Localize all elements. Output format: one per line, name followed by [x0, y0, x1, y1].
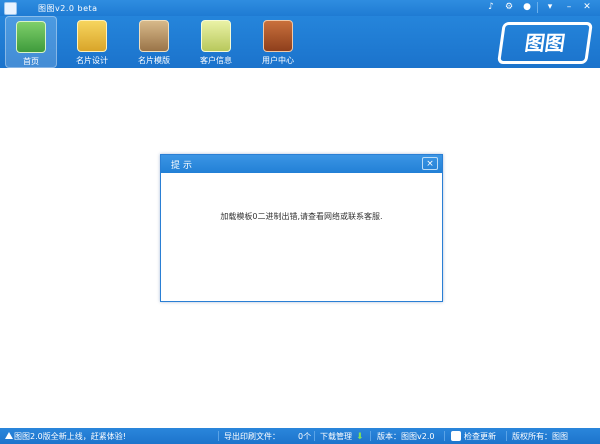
title-separator [537, 2, 538, 13]
dialog-header: 提示 × [161, 155, 442, 173]
title-bar: 图图v2.0 beta ♪ ⚙ ● ▾ – ✕ [0, 0, 600, 16]
close-icon[interactable]: ✕ [580, 2, 594, 13]
main-toolbar: 首页 名片设计 名片模版 客户信息 用户中心 图图 [0, 16, 600, 68]
minimize-icon[interactable]: – [562, 2, 576, 13]
nav-user-center-label: 用户中心 [262, 56, 294, 65]
export-label: 导出印刷文件： [224, 432, 280, 441]
app-window: 图图v2.0 beta ♪ ⚙ ● ▾ – ✕ 首页 名片设计 名片模版 客户信… [0, 0, 600, 444]
user-book-icon [263, 20, 293, 52]
status-separator [444, 431, 445, 441]
alert-dialog: 提示 × 加载模板0二进制出错,请查看网络或联系客服. [160, 154, 443, 302]
clipboard-icon [201, 20, 231, 52]
brand-logo: 图图 [497, 22, 593, 64]
nav-card-design[interactable]: 名片设计 [66, 16, 118, 68]
nav-card-template[interactable]: 名片模版 [128, 16, 180, 68]
status-separator [218, 431, 219, 441]
nav-user-center[interactable]: 用户中心 [252, 16, 304, 68]
export-count[interactable]: 0个 [298, 431, 311, 442]
nav-home[interactable]: 首页 [5, 16, 57, 68]
announcement-icon [5, 432, 13, 439]
status-bar: 图图2.0版全新上线，赶紧体验! 导出印刷文件： 0个 下载管理 ⬇ 版本：图图… [0, 428, 600, 444]
dialog-close-button[interactable]: × [422, 157, 438, 170]
nav-card-design-label: 名片设计 [76, 56, 108, 65]
app-title: 图图v2.0 beta [38, 4, 98, 13]
version-label: 版本：图图v2.0 [377, 432, 435, 441]
gear-icon[interactable]: ⚙ [502, 2, 516, 13]
chat-icon[interactable]: ● [520, 2, 534, 13]
menu-icon[interactable]: ▾ [543, 2, 557, 13]
check-update-icon [451, 431, 461, 441]
announcement-text[interactable]: 图图2.0版全新上线，赶紧体验! [14, 431, 126, 442]
dialog-title: 提示 [171, 161, 196, 171]
status-separator [370, 431, 371, 441]
status-separator [314, 431, 315, 441]
storefront-icon [16, 21, 46, 53]
nav-home-label: 首页 [23, 57, 39, 66]
status-separator [506, 431, 507, 441]
download-manager-link[interactable]: 下载管理 [320, 431, 352, 442]
nav-customer-info[interactable]: 客户信息 [190, 16, 242, 68]
bell-icon[interactable]: ♪ [484, 2, 498, 13]
nav-customer-info-label: 客户信息 [200, 56, 232, 65]
pencil-card-icon [77, 20, 107, 52]
template-icon [139, 20, 169, 52]
check-update-link[interactable]: 检查更新 [464, 431, 496, 442]
app-icon [4, 2, 17, 15]
download-arrow-icon: ⬇ [356, 432, 364, 442]
dialog-message: 加载模板0二进制出错,请查看网络或联系客服. [220, 212, 383, 221]
nav-card-template-label: 名片模版 [138, 56, 170, 65]
copyright-label: 版权所有：图图 [512, 432, 568, 441]
